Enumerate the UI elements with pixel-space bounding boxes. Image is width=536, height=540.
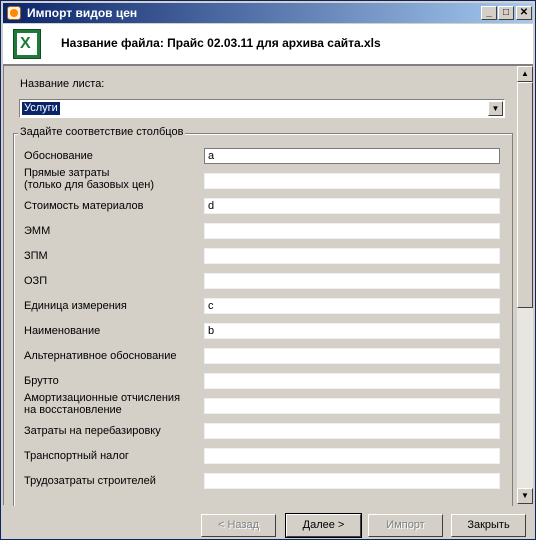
mapping-row-label: ЗПМ: [24, 250, 48, 262]
mapping-row-label: Затраты на перебазировку: [24, 425, 161, 437]
sheet-name-label: Название листа:: [20, 78, 105, 90]
mapping-row-input[interactable]: d: [204, 198, 500, 214]
mapping-row-input[interactable]: [204, 398, 500, 414]
mapping-row-label: Транспортный налог: [24, 450, 129, 462]
maximize-button[interactable]: □: [498, 6, 514, 20]
chevron-down-icon[interactable]: ▼: [488, 101, 503, 116]
vertical-scrollbar[interactable]: ▲ ▼: [517, 66, 533, 504]
mapping-row-label: Единица измерения: [24, 300, 127, 312]
column-mapping-title: Задайте соответствие столбцов: [18, 126, 186, 138]
mapping-row-input[interactable]: [204, 223, 500, 239]
back-button[interactable]: < Назад: [201, 514, 276, 537]
title-bar: Импорт видов цен _ □ ✕: [3, 3, 533, 23]
excel-file-icon: [13, 29, 41, 59]
mapping-row-label: Прямые затраты (только для базовых цен): [24, 167, 154, 191]
file-name-label: Название файла: Прайс 02.03.11 для архив…: [61, 36, 381, 50]
mapping-row-input[interactable]: [204, 273, 500, 289]
mapping-row-label: Брутто: [24, 375, 59, 387]
close-button[interactable]: Закрыть: [451, 514, 526, 537]
file-header: Название файла: Прайс 02.03.11 для архив…: [3, 24, 533, 65]
close-window-button[interactable]: ✕: [516, 6, 532, 20]
mapping-row-label: ЭММ: [24, 225, 51, 237]
app-icon: [7, 6, 21, 20]
scroll-up-button[interactable]: ▲: [517, 66, 533, 82]
mapping-row-label: Стоимость материалов: [24, 200, 144, 212]
mapping-row-label: ОЗП: [24, 275, 48, 287]
mapping-row-input[interactable]: [204, 373, 500, 389]
window-title: Импорт видов цен: [27, 6, 138, 20]
mapping-row-label: Альтернативное обоснование: [24, 350, 177, 362]
mapping-row-input[interactable]: [204, 423, 500, 439]
mapping-row-label: Трудозатраты строителей: [24, 475, 156, 487]
import-dialog: Импорт видов цен _ □ ✕ Название файла: П…: [0, 0, 536, 540]
mapping-row-input[interactable]: b: [204, 323, 500, 339]
mapping-row-label: Обоснование: [24, 150, 93, 162]
scroll-thumb[interactable]: [517, 82, 533, 308]
mapping-row-input[interactable]: [204, 348, 500, 364]
mapping-row-input[interactable]: [204, 173, 500, 189]
mapping-row-input[interactable]: a: [204, 148, 500, 164]
mapping-row-label: Наименование: [24, 325, 101, 337]
mapping-row-input[interactable]: c: [204, 298, 500, 314]
mapping-row-input[interactable]: [204, 473, 500, 489]
mapping-row-input[interactable]: [204, 448, 500, 464]
scroll-down-button[interactable]: ▼: [517, 488, 533, 504]
sheet-select[interactable]: Услуги ▼: [19, 99, 505, 118]
button-bar: < Назад Далее > Импорт Закрыть: [3, 506, 533, 539]
mapping-row-input[interactable]: [204, 248, 500, 264]
minimize-button[interactable]: _: [481, 6, 497, 20]
import-button[interactable]: Импорт: [368, 514, 443, 537]
mapping-row-label: Амортизационные отчисления на восстановле…: [24, 392, 181, 416]
sheet-select-value: Услуги: [22, 102, 60, 115]
next-button[interactable]: Далее >: [285, 513, 362, 538]
content-panel: Название листа: Услуги ▼ Задайте соответ…: [3, 65, 533, 515]
